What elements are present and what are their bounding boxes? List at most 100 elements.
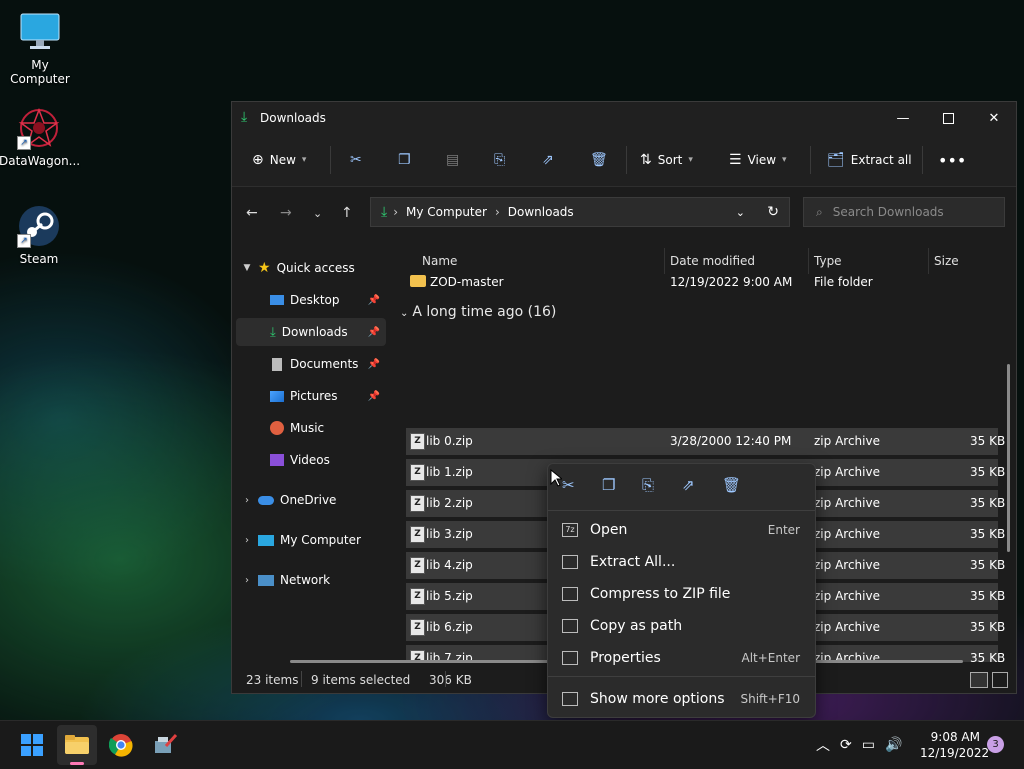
system-tray: ︿ ⟳ ▭ 🔊 bbox=[816, 721, 912, 769]
menu-item-label: Properties bbox=[590, 650, 661, 666]
menu-item-show-more-options[interactable]: Show more options Shift+F10 bbox=[558, 685, 806, 713]
table-row[interactable]: Zlib 0.zip 3/28/2000 12:40 PM zip Archive 3… bbox=[406, 428, 1005, 455]
extract-all-label: Extract all bbox=[850, 153, 912, 167]
breadcrumb-downloads[interactable]: Downloads bbox=[508, 205, 574, 219]
table-row[interactable]: ZOD-master 12/19/2022 9:00 AM File folde… bbox=[406, 269, 998, 296]
tools-app-icon bbox=[155, 733, 178, 753]
delete-button[interactable]: 🗑 bbox=[590, 148, 608, 172]
sidebar-item-music[interactable]: Music bbox=[236, 414, 386, 442]
sidebar-label: OneDrive bbox=[280, 493, 337, 507]
address-bar[interactable]: ⤓ › My Computer › Downloads ⌄ ↻ bbox=[370, 197, 790, 227]
copy-button[interactable]: ❐ bbox=[398, 148, 411, 172]
clock[interactable]: 9:08 AM 12/19/2022 bbox=[920, 729, 989, 761]
sidebar-item-downloads[interactable]: ⤓ Downloads 📌 bbox=[236, 318, 386, 346]
rename-icon: ⎘ bbox=[494, 152, 506, 168]
file-date: 12/19/2022 9:00 AM bbox=[670, 275, 793, 289]
sidebar-quick-access[interactable]: ▼ ★ Quick access bbox=[236, 254, 386, 282]
new-button[interactable]: ⊕ New ▾ bbox=[252, 148, 306, 172]
status-selected-size: 306 KB bbox=[429, 673, 472, 687]
tiles-view-button[interactable] bbox=[992, 672, 1008, 688]
menu-item-open[interactable]: 7z Open Enter bbox=[558, 516, 806, 544]
menu-shortcut: Shift+F10 bbox=[740, 692, 800, 706]
trash-icon: 🗑 bbox=[590, 152, 608, 168]
paste-button[interactable]: ▤ bbox=[446, 148, 459, 172]
sort-button[interactable]: ⇅ Sort ▾ bbox=[640, 148, 693, 172]
menu-item-label: Extract All... bbox=[590, 554, 676, 570]
sidebar-item-my-computer[interactable]: › My Computer bbox=[236, 526, 386, 554]
sidebar-item-desktop[interactable]: Desktop 📌 bbox=[236, 286, 386, 314]
ctx-delete-button[interactable]: 🗑 bbox=[722, 476, 741, 494]
menu-divider bbox=[548, 676, 815, 677]
zip-archive-icon: Z bbox=[410, 464, 425, 481]
view-button-label: View bbox=[747, 153, 777, 167]
show-hidden-icons-button[interactable]: ︿ bbox=[816, 735, 830, 755]
file-name: lib 4.zip bbox=[426, 558, 473, 572]
file-name: lib 1.zip bbox=[426, 465, 473, 479]
context-menu: ✂ ❐ ⎘ ⇗ 🗑 7z Open Enter Extract All... C… bbox=[547, 463, 816, 718]
menu-item-properties[interactable]: Properties Alt+Enter bbox=[558, 644, 806, 672]
ctx-copy-button[interactable]: ❐ bbox=[602, 476, 615, 494]
breadcrumb-my-computer[interactable]: My Computer bbox=[406, 205, 487, 219]
folder-icon bbox=[410, 275, 426, 287]
file-name: lib 0.zip bbox=[426, 434, 473, 448]
arrow-right-icon: → bbox=[280, 205, 292, 221]
notification-badge[interactable]: 3 bbox=[987, 736, 1004, 753]
sidebar-item-onedrive[interactable]: › OneDrive bbox=[236, 486, 386, 514]
minimize-button[interactable]: — bbox=[880, 102, 926, 134]
refresh-button[interactable]: ↻ bbox=[767, 204, 779, 220]
sidebar-item-documents[interactable]: Documents 📌 bbox=[236, 350, 386, 378]
group-header[interactable]: ⌄ A long time ago (16) bbox=[400, 304, 556, 320]
vertical-scrollbar[interactable] bbox=[1007, 364, 1010, 552]
close-button[interactable]: ✕ bbox=[971, 102, 1017, 134]
file-date: 3/28/2000 12:40 PM bbox=[670, 434, 792, 448]
recent-locations-button[interactable]: ⌄ bbox=[313, 207, 322, 220]
start-button[interactable] bbox=[12, 725, 52, 765]
taskbar-app-tools[interactable] bbox=[145, 725, 185, 765]
chevron-down-icon: ⌄ bbox=[313, 207, 323, 220]
sidebar-item-videos[interactable]: Videos bbox=[236, 446, 386, 474]
cut-button[interactable]: ✂ bbox=[350, 148, 362, 172]
copy-icon: ❐ bbox=[602, 476, 616, 494]
share-icon: ⇗ bbox=[682, 476, 695, 494]
chevron-down-icon: ▾ bbox=[688, 155, 693, 165]
taskbar-chrome[interactable] bbox=[101, 725, 141, 765]
title-bar[interactable]: ⤓ Downloads — ✕ bbox=[232, 102, 1016, 134]
network-status-icon[interactable]: ▭ bbox=[862, 737, 875, 753]
menu-item-extract-all[interactable]: Extract All... bbox=[558, 548, 806, 576]
search-icon: ⌕ bbox=[816, 204, 823, 219]
address-dropdown-button[interactable]: ⌄ bbox=[736, 206, 745, 219]
sidebar-item-network[interactable]: › Network bbox=[236, 566, 386, 594]
zip-archive-icon: Z bbox=[410, 433, 425, 450]
search-box[interactable]: ⌕ Search Downloads bbox=[803, 197, 1005, 227]
chevron-down-icon: ⌄ bbox=[735, 205, 745, 219]
share-icon: ⇗ bbox=[542, 152, 554, 168]
ctx-rename-button[interactable]: ⎘ bbox=[642, 476, 654, 494]
ellipsis-icon: ••• bbox=[938, 150, 967, 170]
sidebar-item-pictures[interactable]: Pictures 📌 bbox=[236, 382, 386, 410]
ctx-share-button[interactable]: ⇗ bbox=[682, 476, 695, 494]
taskbar-file-explorer[interactable] bbox=[57, 725, 97, 765]
network-icon bbox=[258, 574, 274, 586]
volume-icon[interactable]: 🔊 bbox=[885, 737, 902, 753]
forward-button[interactable]: → bbox=[280, 205, 292, 221]
menu-item-copy-as-path[interactable]: Copy as path bbox=[558, 612, 806, 640]
file-type: zip Archive bbox=[814, 496, 880, 510]
desktop-icon-steam[interactable]: ↗ Steam bbox=[0, 204, 79, 266]
more-options-button[interactable]: ••• bbox=[938, 148, 966, 172]
desktop-icon-my-computer[interactable]: My Computer bbox=[0, 10, 80, 86]
clock-time: 9:08 AM bbox=[930, 730, 980, 744]
ctx-cut-button[interactable]: ✂ bbox=[562, 476, 575, 494]
up-button[interactable]: ↑ bbox=[341, 205, 353, 221]
maximize-button[interactable] bbox=[925, 102, 971, 134]
menu-item-label: Show more options bbox=[590, 691, 725, 707]
details-view-button[interactable] bbox=[970, 672, 988, 688]
desktop-icon-datawagon[interactable]: ↗ DataWagon... bbox=[0, 106, 80, 168]
share-button[interactable]: ⇗ bbox=[542, 148, 554, 172]
star-icon: ★ bbox=[258, 260, 271, 276]
menu-item-compress-zip[interactable]: Compress to ZIP file bbox=[558, 580, 806, 608]
back-button[interactable]: ← bbox=[246, 205, 258, 221]
sync-status-icon[interactable]: ⟳ bbox=[840, 737, 852, 753]
view-button[interactable]: ☰ View ▾ bbox=[729, 148, 787, 172]
rename-button[interactable]: ⎘ bbox=[494, 148, 505, 172]
extract-all-button[interactable]: 🗂 Extract all bbox=[827, 148, 912, 172]
